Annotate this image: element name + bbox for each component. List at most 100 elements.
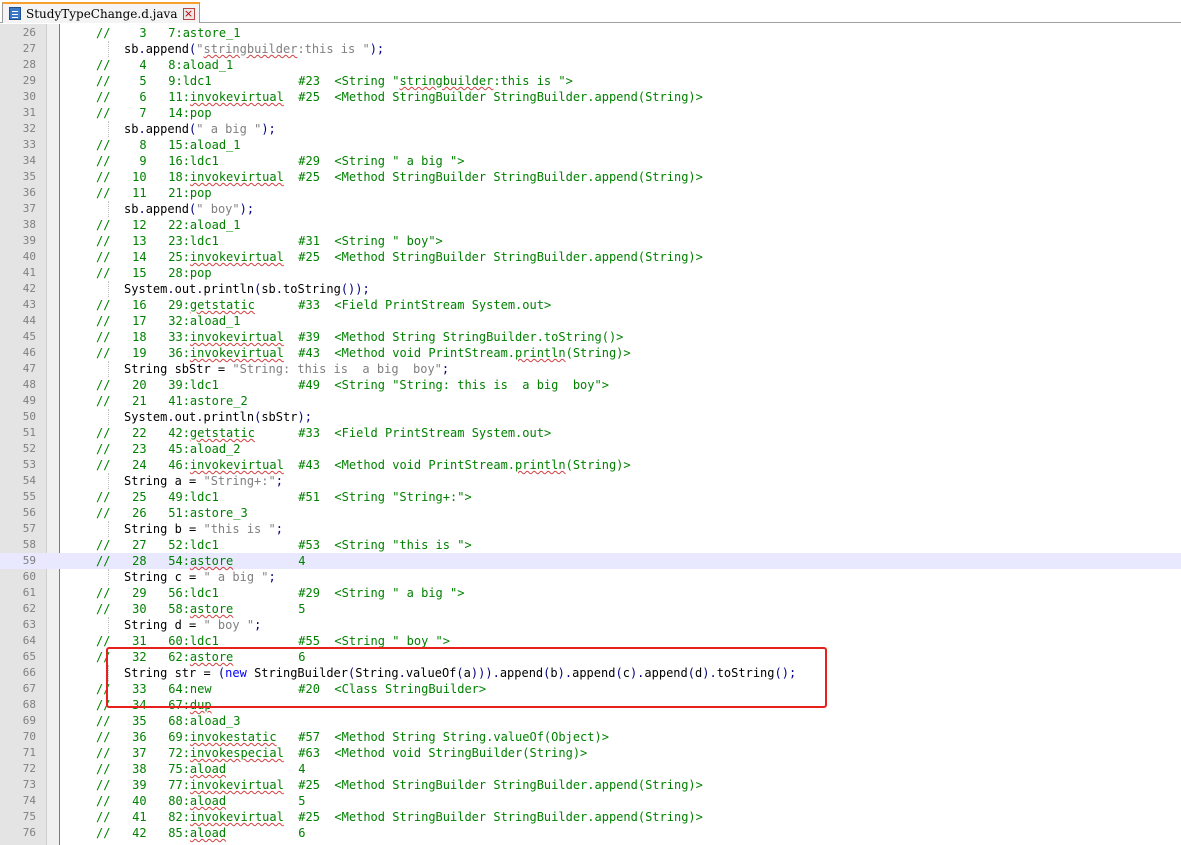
code-line-46[interactable]: 46 // 19 36:invokevirtual #43 <Method voi… [0, 345, 1181, 361]
code-line-51[interactable]: 51 // 22 42:getstatic #33 <Field PrintStr… [0, 425, 1181, 441]
code-line-55[interactable]: 55 // 25 49:ldc1 #51 <String "String+:"> [0, 489, 1181, 505]
line-number: 27 [22, 42, 36, 55]
bytecode-comment: // 30 58:astore 5 [96, 602, 306, 616]
bytecode-comment: // 37 72:invokespecial #63 <Method void … [96, 746, 588, 760]
code-line-31[interactable]: 31 // 7 14:pop [0, 105, 1181, 121]
code-line-54[interactable]: 54 String a = "String+:"; [0, 473, 1181, 489]
source-statement: System.out.println(sbStr); [124, 410, 312, 424]
line-number: 31 [22, 106, 36, 119]
close-tab-icon[interactable]: × [182, 7, 195, 20]
bytecode-comment: // 19 36:invokevirtual #43 <Method void … [96, 346, 631, 360]
code-line-50[interactable]: 50 System.out.println(sbStr); [0, 409, 1181, 425]
bytecode-comment: // 14 25:invokevirtual #25 <Method Strin… [96, 250, 703, 264]
code-line-37[interactable]: 37 sb.append(" boy"); [0, 201, 1181, 217]
bytecode-comment: // 34 67:dup [96, 698, 212, 712]
bytecode-comment: // 25 49:ldc1 #51 <String "String+:"> [96, 490, 472, 504]
code-line-65[interactable]: 65 // 32 62:astore 6 [0, 649, 1181, 665]
line-number: 43 [22, 298, 36, 311]
code-line-64[interactable]: 64 // 31 60:ldc1 #55 <String " boy "> [0, 633, 1181, 649]
bytecode-comment: // 41 82:invokevirtual #25 <Method Strin… [96, 810, 703, 824]
code-line-63[interactable]: 63 String d = " boy "; [0, 617, 1181, 633]
code-line-74[interactable]: 74 // 40 80:aload 5 [0, 793, 1181, 809]
code-line-48[interactable]: 48 // 20 39:ldc1 #49 <String "String: thi… [0, 377, 1181, 393]
code-line-29[interactable]: 29 // 5 9:ldc1 #23 <String "stringbuilder… [0, 73, 1181, 89]
line-number: 74 [22, 794, 36, 807]
bytecode-comment: // 10 18:invokevirtual #25 <Method Strin… [96, 170, 703, 184]
line-number: 55 [22, 490, 36, 503]
line-number: 35 [22, 170, 36, 183]
code-line-53[interactable]: 53 // 24 46:invokevirtual #43 <Method voi… [0, 457, 1181, 473]
line-number: 76 [22, 826, 36, 839]
code-line-34[interactable]: 34 // 9 16:ldc1 #29 <String " a big "> [0, 153, 1181, 169]
indent-guide [108, 281, 109, 297]
line-number: 37 [22, 202, 36, 215]
code-line-58[interactable]: 58 // 27 52:ldc1 #53 <String "this is "> [0, 537, 1181, 553]
source-statement: String a = "String+:"; [124, 474, 283, 488]
line-number: 44 [22, 314, 36, 327]
code-line-36[interactable]: 36 // 11 21:pop [0, 185, 1181, 201]
code-line-59[interactable]: 59 // 28 54:astore 4 [0, 553, 1181, 569]
line-number: 54 [22, 474, 36, 487]
code-line-27[interactable]: 27 sb.append("stringbuilder:this is "); [0, 41, 1181, 57]
code-line-52[interactable]: 52 // 23 45:aload_2 [0, 441, 1181, 457]
code-line-39[interactable]: 39 // 13 23:ldc1 #31 <String " boy"> [0, 233, 1181, 249]
code-line-70[interactable]: 70 // 36 69:invokestatic #57 <Method Stri… [0, 729, 1181, 745]
code-line-30[interactable]: 30 // 6 11:invokevirtual #25 <Method Stri… [0, 89, 1181, 105]
indent-guide [108, 201, 109, 217]
line-number: 36 [22, 186, 36, 199]
code-editor[interactable]: 26 // 3 7:astore_1 27 sb.append("stringbuil… [0, 24, 1181, 845]
line-number: 65 [22, 650, 36, 663]
bytecode-comment: // 24 46:invokevirtual #43 <Method void … [96, 458, 631, 472]
source-statement: String sbStr = "String: this is a big bo… [124, 362, 450, 376]
line-number: 57 [22, 522, 36, 535]
bytecode-comment: // 12 22:aload_1 [96, 218, 241, 232]
bytecode-comment: // 5 9:ldc1 #23 <String "stringbuilder:t… [96, 74, 573, 88]
code-line-75[interactable]: 75 // 41 82:invokevirtual #25 <Method Str… [0, 809, 1181, 825]
source-statement: sb.append("stringbuilder:this is "); [124, 42, 385, 56]
code-line-66[interactable]: 66 String str = (new StringBuilder(String… [0, 665, 1181, 681]
code-line-41[interactable]: 41 // 15 28:pop [0, 265, 1181, 281]
code-line-47[interactable]: 47 String sbStr = "String: this is a big … [0, 361, 1181, 377]
bytecode-comment: // 17 32:aload_1 [96, 314, 241, 328]
source-statement: String b = "this is "; [124, 522, 283, 536]
code-line-68[interactable]: 68 // 34 67:dup [0, 697, 1181, 713]
code-line-56[interactable]: 56 // 26 51:astore_3 [0, 505, 1181, 521]
line-number: 61 [22, 586, 36, 599]
code-line-72[interactable]: 72 // 38 75:aload 4 [0, 761, 1181, 777]
code-line-32[interactable]: 32 sb.append(" a big "); [0, 121, 1181, 137]
code-line-28[interactable]: 28 // 4 8:aload_1 [0, 57, 1181, 73]
code-line-61[interactable]: 61 // 29 56:ldc1 #29 <String " a big "> [0, 585, 1181, 601]
code-line-26[interactable]: 26 // 3 7:astore_1 [0, 25, 1181, 41]
code-line-60[interactable]: 60 String c = " a big "; [0, 569, 1181, 585]
bytecode-comment: // 21 41:astore_2 [96, 394, 248, 408]
code-line-73[interactable]: 73 // 39 77:invokevirtual #25 <Method Str… [0, 777, 1181, 793]
code-line-71[interactable]: 71 // 37 72:invokespecial #63 <Method voi… [0, 745, 1181, 761]
line-number: 60 [22, 570, 36, 583]
line-number: 29 [22, 74, 36, 87]
tab-bar: StudyTypeChange.d.java × [0, 0, 1181, 23]
code-line-43[interactable]: 43 // 16 29:getstatic #33 <Field PrintStr… [0, 297, 1181, 313]
code-line-67[interactable]: 67 // 33 64:new #20 <Class StringBuilder> [0, 681, 1181, 697]
source-statement: String d = " boy "; [124, 618, 262, 632]
code-line-35[interactable]: 35 // 10 18:invokevirtual #25 <Method Str… [0, 169, 1181, 185]
code-line-38[interactable]: 38 // 12 22:aload_1 [0, 217, 1181, 233]
bytecode-comment: // 15 28:pop [96, 266, 212, 280]
indent-guide [108, 665, 109, 681]
bytecode-comment: // 4 8:aload_1 [96, 58, 234, 72]
code-line-44[interactable]: 44 // 17 32:aload_1 [0, 313, 1181, 329]
line-number: 51 [22, 426, 36, 439]
code-line-69[interactable]: 69 // 35 68:aload_3 [0, 713, 1181, 729]
bytecode-comment: // 6 11:invokevirtual #25 <Method String… [96, 90, 703, 104]
bytecode-comment: // 36 69:invokestatic #57 <Method String… [96, 730, 609, 744]
file-tab[interactable]: StudyTypeChange.d.java × [2, 2, 200, 23]
code-line-57[interactable]: 57 String b = "this is "; [0, 521, 1181, 537]
code-line-45[interactable]: 45 // 18 33:invokevirtual #39 <Method Str… [0, 329, 1181, 345]
code-line-42[interactable]: 42 System.out.println(sb.toString()); [0, 281, 1181, 297]
code-line-40[interactable]: 40 // 14 25:invokevirtual #25 <Method Str… [0, 249, 1181, 265]
code-line-33[interactable]: 33 // 8 15:aload_1 [0, 137, 1181, 153]
source-statement: String str = (new StringBuilder(String.v… [124, 666, 797, 680]
code-line-62[interactable]: 62 // 30 58:astore 5 [0, 601, 1181, 617]
code-line-76[interactable]: 76 // 42 85:aload 6 [0, 825, 1181, 841]
code-line-49[interactable]: 49 // 21 41:astore_2 [0, 393, 1181, 409]
line-number: 53 [22, 458, 36, 471]
